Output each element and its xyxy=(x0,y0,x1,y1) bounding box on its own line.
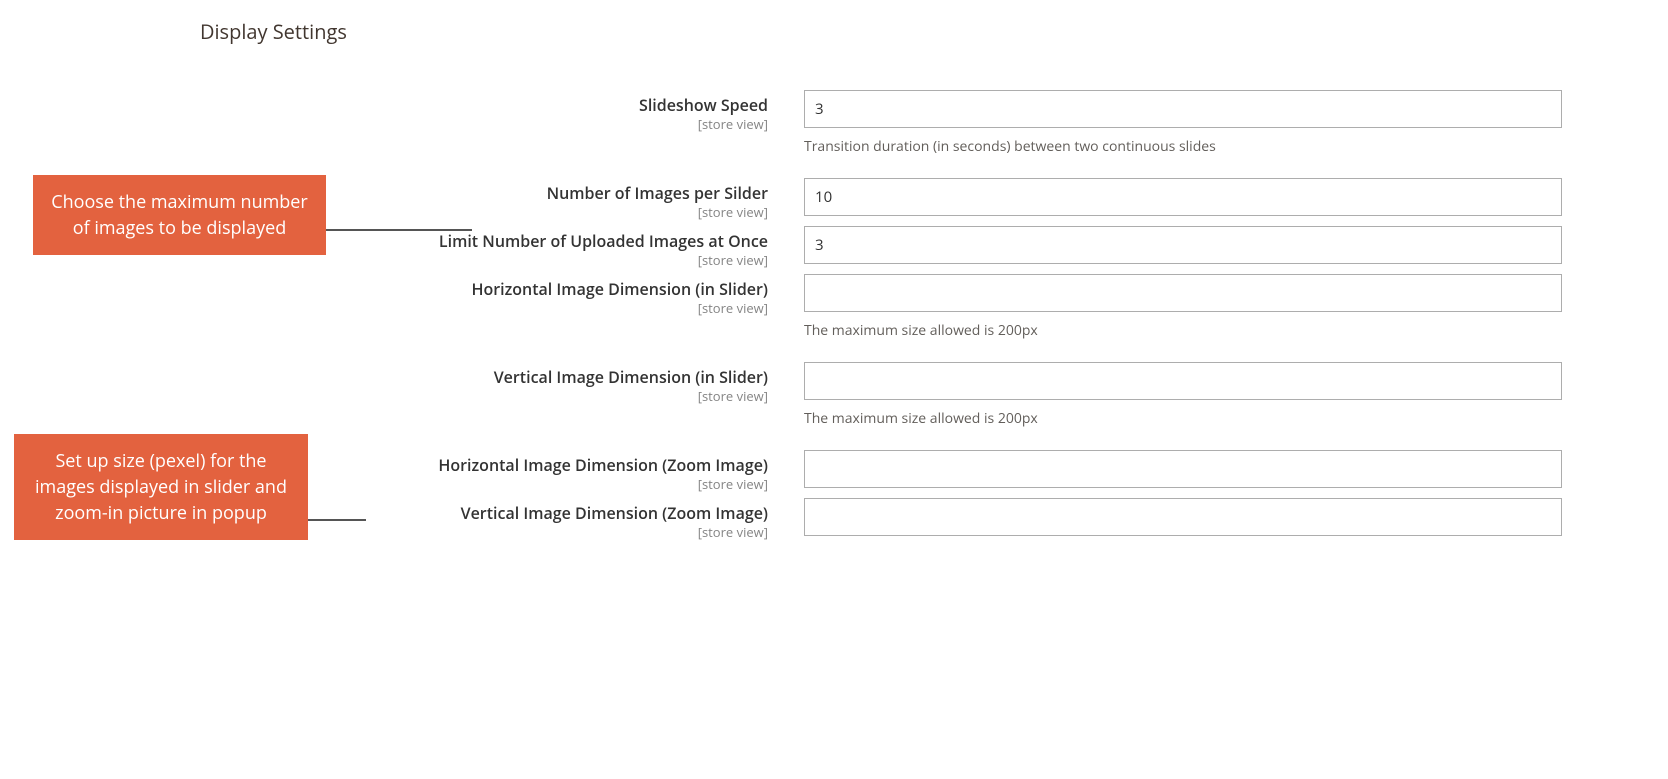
field-label: Vertical Image Dimension (in Slider) xyxy=(494,366,768,388)
slideshow-speed-input[interactable] xyxy=(804,90,1562,128)
field-note: Transition duration (in seconds) between… xyxy=(804,138,1562,156)
field-h-dim-slider: Horizontal Image Dimension (in Slider) [… xyxy=(0,274,1668,362)
field-scope: [store view] xyxy=(0,116,768,132)
field-slideshow-speed: Slideshow Speed [store view] Transition … xyxy=(0,90,1668,178)
images-per-slider-input[interactable] xyxy=(804,178,1562,216)
field-label: Horizontal Image Dimension (Zoom Image) xyxy=(438,454,768,476)
field-label: Vertical Image Dimension (Zoom Image) xyxy=(461,502,768,524)
section-title: Display Settings xyxy=(200,18,347,45)
field-control xyxy=(804,226,1562,264)
label-wrap: Slideshow Speed [store view] xyxy=(0,94,790,132)
field-label: Number of Images per Silder xyxy=(547,182,768,204)
field-control xyxy=(804,450,1562,488)
upload-limit-input[interactable] xyxy=(804,226,1562,264)
field-scope: [store view] xyxy=(0,300,768,316)
callout-connector-2 xyxy=(308,519,366,521)
callout-connector-1 xyxy=(326,229,472,231)
v-dim-zoom-input[interactable] xyxy=(804,498,1562,536)
callout-max-images: Choose the maximum number of images to b… xyxy=(33,175,326,255)
field-control xyxy=(804,498,1562,536)
field-note: The maximum size allowed is 200px xyxy=(804,322,1562,340)
h-dim-zoom-input[interactable] xyxy=(804,450,1562,488)
field-control: Transition duration (in seconds) between… xyxy=(804,90,1562,156)
field-label: Slideshow Speed xyxy=(639,94,768,116)
label-wrap: Vertical Image Dimension (in Slider) [st… xyxy=(0,366,790,404)
field-control: The maximum size allowed is 200px xyxy=(804,362,1562,428)
field-scope: [store view] xyxy=(0,388,768,404)
field-control xyxy=(804,178,1562,216)
field-note: The maximum size allowed is 200px xyxy=(804,410,1562,428)
h-dim-slider-input[interactable] xyxy=(804,274,1562,312)
callout-size-pexel: Set up size (pexel) for the images displ… xyxy=(14,434,308,540)
field-label: Limit Number of Uploaded Images at Once xyxy=(439,230,768,252)
label-wrap: Horizontal Image Dimension (in Slider) [… xyxy=(0,278,790,316)
field-label: Horizontal Image Dimension (in Slider) xyxy=(471,278,768,300)
field-control: The maximum size allowed is 200px xyxy=(804,274,1562,340)
v-dim-slider-input[interactable] xyxy=(804,362,1562,400)
